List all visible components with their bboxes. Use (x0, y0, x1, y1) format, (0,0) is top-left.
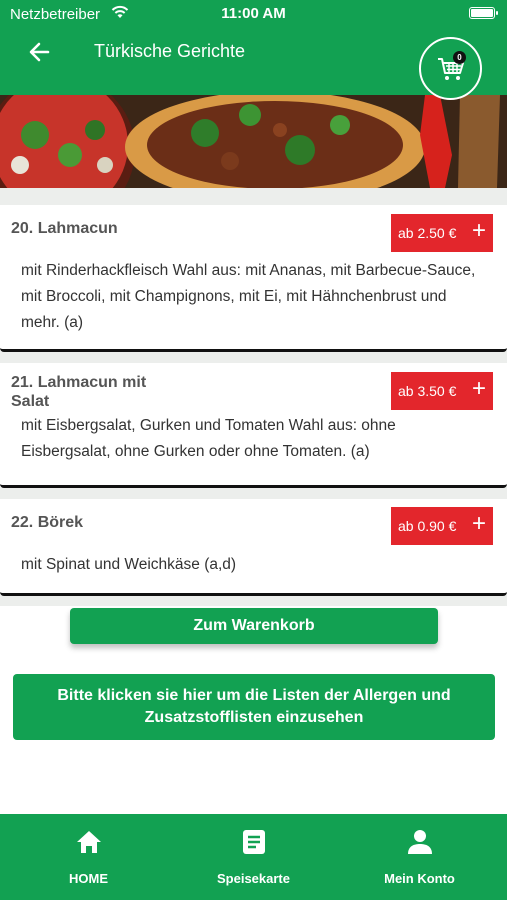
clock: 11:00 AM (221, 5, 286, 22)
list-item: 22. Börek ab 0.90 € + mit Spinat und Wei… (0, 499, 507, 596)
item-description: mit Rinderhackfleisch Wahl aus: mit Anan… (21, 262, 476, 331)
status-bar: Netzbetreiber 11:00 AM (0, 0, 507, 28)
home-icon (76, 831, 101, 853)
plus-icon: + (471, 217, 486, 244)
bottom-tab-bar: HOME Speisekarte Mein Konto (0, 814, 507, 900)
tab-label: Mein Konto (384, 871, 455, 886)
add-to-cart-button[interactable]: ab 0.90 € + (391, 507, 493, 545)
tab-label: HOME (69, 871, 108, 886)
item-price: ab 0.90 € (398, 518, 457, 534)
item-description: mit Eisbergsalat, Gurken und Tomaten Wah… (21, 417, 396, 460)
item-description: mit Spinat und Weichkäse (a,d) (21, 556, 237, 573)
battery-icon (469, 7, 498, 19)
tab-label: Speisekarte (217, 871, 290, 886)
item-name: 22. Börek (11, 514, 84, 531)
cart-button[interactable]: 0 (419, 37, 482, 100)
item-price: ab 2.50 € (398, 225, 457, 241)
item-price: ab 3.50 € (398, 383, 457, 399)
item-name: 21. Lahmacun mit Salat (11, 374, 147, 410)
page-title: Türkische Gerichte (94, 41, 246, 61)
add-to-cart-button[interactable]: ab 3.50 € + (391, 372, 493, 410)
cart-count-badge: 0 (453, 51, 466, 64)
list-item: 21. Lahmacun mit Salat ab 3.50 € + mit E… (0, 363, 507, 488)
food-banner-illustration (0, 95, 507, 188)
plus-icon: + (471, 510, 486, 537)
tab-home[interactable]: HOME (4, 814, 173, 900)
list-item: 20. Lahmacun ab 2.50 € + mit Rinderhackf… (0, 205, 507, 352)
item-name: 20. Lahmacun (11, 220, 118, 237)
user-icon (407, 830, 432, 854)
tab-speisekarte[interactable]: Speisekarte (169, 814, 338, 900)
product-list: 20. Lahmacun ab 2.50 € + mit Rinderhackf… (0, 188, 507, 606)
add-to-cart-button[interactable]: ab 2.50 € + (391, 214, 493, 252)
go-to-cart-button[interactable]: Zum Warenkorb (70, 608, 438, 644)
menu-icon (242, 830, 265, 854)
allergen-list-button[interactable]: Bitte klicken sie hier um die Listen der… (13, 674, 495, 740)
banner-image (0, 95, 507, 188)
plus-icon: + (471, 375, 486, 402)
arrow-left-icon[interactable] (26, 38, 54, 66)
tab-mein-konto[interactable]: Mein Konto (335, 814, 504, 900)
